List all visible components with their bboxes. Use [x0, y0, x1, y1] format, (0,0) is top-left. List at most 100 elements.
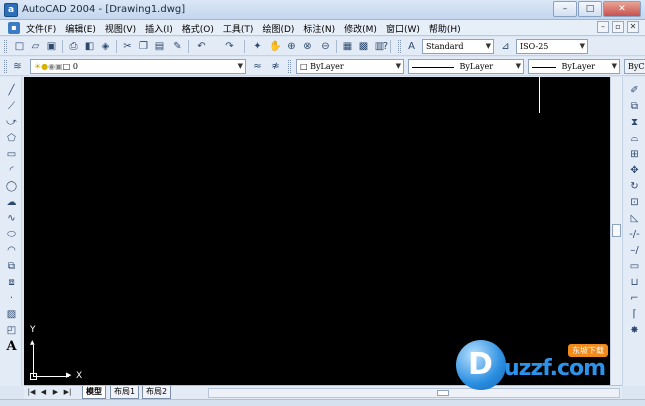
arc-icon[interactable]: ◜ [4, 163, 19, 178]
color-select[interactable]: □ ByLayer ▼ [296, 59, 404, 74]
minimize-button[interactable]: – [553, 1, 577, 17]
insert-block-icon[interactable]: ⧉ [4, 259, 19, 274]
menu-dimension[interactable]: 标注(N) [303, 22, 335, 35]
drawing-area[interactable]: Y ▲ ▶ X [24, 77, 610, 385]
point-icon[interactable]: · [4, 291, 19, 306]
zoom-window-icon[interactable]: ⊗ [300, 39, 315, 54]
menu-file[interactable]: 文件(F) [26, 22, 56, 35]
last-tab-icon[interactable]: ▶| [62, 387, 73, 398]
copy-icon[interactable]: ❐ [136, 39, 151, 54]
toolbar-grip[interactable] [4, 60, 7, 73]
prev-tab-icon[interactable]: ◀ [38, 387, 49, 398]
fillet-icon[interactable]: ⌈ [627, 307, 642, 322]
linetype-select[interactable]: ByLayer ▼ [408, 59, 524, 74]
tab-layout1[interactable]: 布局1 [110, 386, 140, 399]
hyperlink-icon[interactable]: ✦ [250, 39, 265, 54]
move-icon[interactable]: ✥ [627, 163, 642, 178]
vertical-scroll-thumb[interactable] [612, 224, 621, 237]
scale-icon[interactable]: ⊡ [627, 195, 642, 210]
make-layer-current-icon[interactable]: ≈ [250, 59, 265, 74]
erase-icon[interactable]: ✐ [627, 83, 642, 98]
mirror-icon[interactable]: ⧗ [627, 115, 642, 130]
menu-draw[interactable]: 绘图(D) [262, 22, 294, 35]
cut-icon[interactable]: ✂ [120, 39, 135, 54]
menu-format[interactable]: 格式(O) [182, 22, 214, 35]
pan-realtime-icon[interactable]: ✋ [268, 39, 283, 54]
doc-minimize-button[interactable]: – [597, 21, 609, 33]
toolbar-grip[interactable] [4, 40, 7, 53]
text-style-select[interactable]: Standard ▼ [422, 39, 494, 54]
menu-edit[interactable]: 编辑(E) [65, 22, 96, 35]
horizontal-scroll-thumb[interactable] [437, 390, 449, 396]
match-properties-icon[interactable]: ✎ [170, 39, 185, 54]
line-icon[interactable]: ╱ [4, 83, 19, 98]
extend-icon[interactable]: –/ [627, 243, 642, 258]
redo-icon[interactable]: ↷ [222, 39, 237, 54]
zoom-previous-icon[interactable]: ⊖ [318, 39, 333, 54]
layer-manager-icon[interactable]: ≋ [10, 59, 25, 74]
paste-icon[interactable]: ▤ [152, 39, 167, 54]
save-icon[interactable]: ▣ [44, 39, 59, 54]
dimension-style-select[interactable]: ISO-25 ▼ [516, 39, 588, 54]
circle-icon[interactable]: ◯ [4, 179, 19, 194]
document-icon[interactable]: ▪ [8, 22, 20, 34]
chevron-down-icon: ▼ [237, 62, 243, 70]
copy-object-icon[interactable]: ⧉ [627, 99, 642, 114]
doc-close-button[interactable]: ✕ [627, 21, 639, 33]
autocad-app-icon[interactable]: a [4, 3, 18, 17]
break-at-point-icon[interactable]: ▭ [627, 259, 642, 274]
menu-window[interactable]: 窗口(W) [386, 22, 420, 35]
rotate-icon[interactable]: ↻ [627, 179, 642, 194]
break-icon[interactable]: ⊔ [627, 275, 642, 290]
ellipse-icon[interactable]: ⬭ [4, 227, 19, 242]
offset-icon[interactable]: ⌓ [627, 131, 642, 146]
menu-insert[interactable]: 插入(I) [145, 22, 173, 35]
plot-style-select[interactable]: ByC [624, 59, 645, 74]
design-center-icon[interactable]: ▩ [356, 39, 371, 54]
spline-icon[interactable]: ∿ [4, 211, 19, 226]
new-file-icon[interactable]: □ [12, 39, 27, 54]
publish-icon[interactable]: ◈ [98, 39, 113, 54]
tab-layout2[interactable]: 布局2 [142, 386, 172, 399]
next-tab-icon[interactable]: ▶ [50, 387, 61, 398]
vertical-scrollbar[interactable] [610, 77, 622, 385]
revision-cloud-icon[interactable]: ☁ [4, 195, 19, 210]
construction-line-icon[interactable]: ⟋ [4, 99, 19, 114]
maximize-button[interactable]: □ [578, 1, 602, 17]
zoom-realtime-icon[interactable]: ⊕ [284, 39, 299, 54]
menu-view[interactable]: 视图(V) [105, 22, 136, 35]
print-icon[interactable]: ⎙ [66, 39, 81, 54]
hatch-icon[interactable]: ▨ [4, 307, 19, 322]
layer-select[interactable]: ☀●◉▣□ 0 ▼ [30, 59, 246, 74]
menu-modify[interactable]: 修改(M) [344, 22, 377, 35]
rectangle-icon[interactable]: ▭ [4, 147, 19, 162]
array-icon[interactable]: ⊞ [627, 147, 642, 162]
menu-help[interactable]: 帮助(H) [429, 22, 461, 35]
region-icon[interactable]: ◰ [4, 323, 19, 338]
plot-style-value: ByC [628, 62, 645, 71]
multiline-text-icon[interactable]: A [4, 339, 19, 354]
undo-icon[interactable]: ↶ [194, 39, 209, 54]
help-icon[interactable]: ? [378, 39, 393, 54]
lineweight-select[interactable]: ByLayer ▼ [528, 59, 620, 74]
stretch-icon[interactable]: ◺ [627, 211, 642, 226]
toolbar-grip[interactable] [288, 60, 291, 73]
toolbar-grip[interactable] [398, 40, 401, 53]
polyline-icon[interactable]: ⤻ [4, 115, 19, 130]
menu-tools[interactable]: 工具(T) [223, 22, 254, 35]
polygon-icon[interactable]: ⬠ [4, 131, 19, 146]
close-button[interactable]: ✕ [603, 1, 641, 17]
tab-model[interactable]: 模型 [82, 386, 106, 399]
make-block-icon[interactable]: ⧈ [4, 275, 19, 290]
standard-toolbar: □ ▱ ▣ ⎙ ◧ ◈ ✂ ❐ ▤ ✎ ↶ ↷ ✦ ✋ ⊕ ⊗ ⊖ ▦ ▩ ▥ … [0, 37, 645, 56]
ellipse-arc-icon[interactable]: ◠ [4, 243, 19, 258]
first-tab-icon[interactable]: |◀ [26, 387, 37, 398]
chamfer-icon[interactable]: ⌐ [627, 291, 642, 306]
print-preview-icon[interactable]: ◧ [82, 39, 97, 54]
layer-previous-icon[interactable]: ≉ [268, 59, 283, 74]
trim-icon[interactable]: -/- [627, 227, 642, 242]
explode-icon[interactable]: ✸ [627, 323, 642, 338]
doc-restore-button[interactable]: ▫ [612, 21, 624, 33]
properties-icon[interactable]: ▦ [340, 39, 355, 54]
open-file-icon[interactable]: ▱ [28, 39, 43, 54]
